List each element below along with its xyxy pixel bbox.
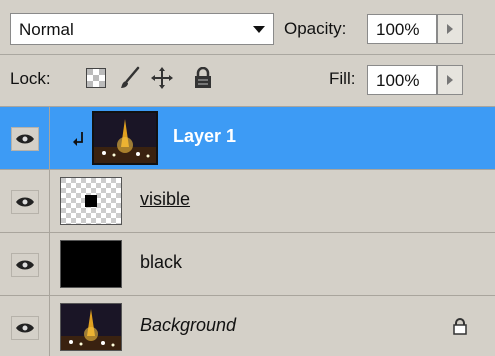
layer-row-visible[interactable]: visible [0, 169, 495, 232]
triangle-right-icon [447, 75, 453, 85]
blend-mode-value: Normal [19, 20, 74, 39]
eye-icon[interactable] [11, 190, 39, 214]
layer-1-thumbnail [92, 111, 158, 165]
visibility-toggle[interactable] [0, 233, 50, 295]
opacity-label: Opacity: [284, 19, 347, 38]
fill-label: Fill: [329, 69, 356, 88]
blend-opacity-row: Normal Opacity: 100% [0, 0, 495, 54]
lock-icon [453, 318, 467, 340]
brush-icon[interactable] [119, 66, 141, 95]
checkerboard-icon[interactable] [86, 68, 106, 93]
fill-slider-button[interactable] [437, 65, 463, 95]
layer-name: black [140, 252, 183, 272]
lock-row: Lock: Fill: 100% [0, 54, 495, 106]
move-icon[interactable] [151, 67, 173, 94]
visibility-toggle[interactable] [0, 296, 50, 356]
opacity-input[interactable]: 100% [367, 14, 437, 44]
background-thumbnail [60, 303, 122, 351]
eye-icon[interactable] [11, 316, 39, 340]
layer-name: Layer 1 [173, 126, 237, 146]
eye-icon[interactable] [11, 127, 39, 151]
layers-panel: Normal Opacity: 100% Lock: Fill: 100% La… [0, 0, 495, 356]
triangle-right-icon [447, 24, 453, 34]
chevron-down-icon [253, 26, 265, 33]
opacity-slider-button[interactable] [437, 14, 463, 44]
visibility-toggle[interactable] [0, 107, 50, 169]
layer-name: visible [140, 189, 191, 209]
blend-mode-dropdown[interactable]: Normal [10, 13, 274, 45]
clip-arrow-icon [73, 131, 85, 152]
opacity-value: 100% [376, 20, 420, 39]
fill-value: 100% [376, 71, 420, 90]
lock-icon[interactable] [194, 66, 212, 94]
layer-row-layer-1[interactable]: Layer 1 [0, 106, 495, 169]
layer-row-background[interactable]: Background [0, 295, 495, 356]
layer-name: Background [140, 315, 237, 335]
eye-icon[interactable] [11, 253, 39, 277]
black-layer-thumbnail [60, 240, 122, 288]
layer-row-black[interactable]: black [0, 232, 495, 295]
fill-input[interactable]: 100% [367, 65, 437, 95]
lock-label: Lock: [10, 69, 51, 88]
visibility-toggle[interactable] [0, 170, 50, 232]
visible-layer-thumbnail [60, 177, 122, 225]
